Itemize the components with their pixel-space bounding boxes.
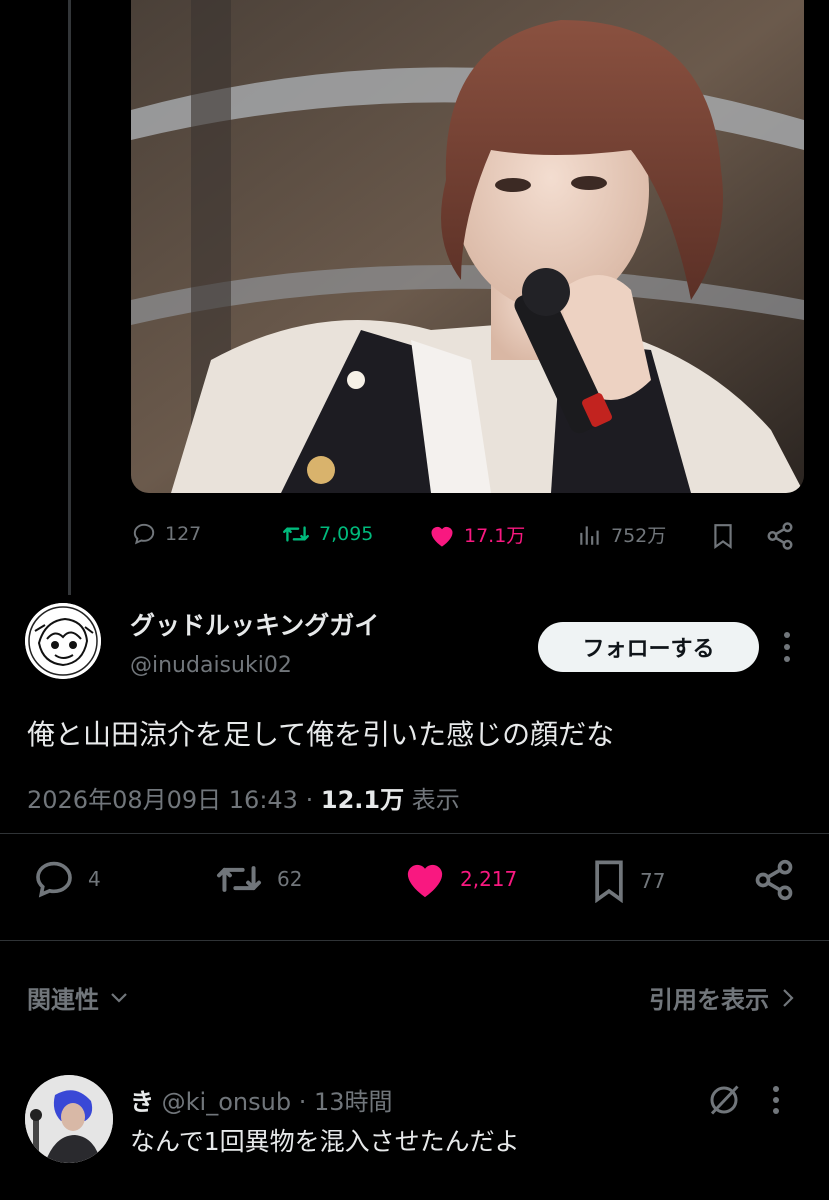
like-action[interactable]: 2,217 (402, 859, 517, 899)
bookmark-action[interactable]: 77 (590, 859, 665, 903)
reply-separator: · (298, 1088, 307, 1116)
more-vertical-icon (784, 632, 790, 662)
bookmark-icon (595, 860, 623, 903)
divider (0, 833, 829, 834)
reply-icons (706, 1082, 782, 1118)
more-options-button[interactable] (780, 627, 794, 671)
reply-text: なんで1回異物を混入させたんだよ (130, 1127, 520, 1156)
reply-icon (36, 861, 72, 898)
post-views-count: 12.1万 (320, 786, 405, 814)
more-vertical-icon[interactable] (770, 1082, 782, 1118)
bookmark-icon (714, 524, 732, 549)
reply-author-handle[interactable]: @ki_onsub (162, 1088, 291, 1116)
reply-stat[interactable]: 127 (131, 521, 201, 547)
reply-author-avatar[interactable] (25, 1075, 113, 1163)
analytics-icon (580, 525, 599, 545)
bookmark-button[interactable] (710, 521, 736, 555)
reply-header: き @ki_onsub · 13時間 (130, 1082, 393, 1117)
repost-count: 7,095 (319, 523, 374, 545)
reply-avatar-photo (25, 1075, 113, 1163)
reply-icon (133, 523, 155, 545)
repost-icon (283, 526, 309, 542)
grok-icon[interactable] (706, 1082, 742, 1118)
reply-action[interactable]: 4 (32, 859, 101, 899)
repost-action[interactable]: 62 (213, 859, 302, 899)
meta-separator: · (305, 786, 314, 814)
reply-time[interactable]: 13時間 (314, 1088, 393, 1116)
post-views-label: 表示 (411, 786, 460, 814)
views-count: 752万 (611, 525, 667, 547)
views-stat[interactable]: 752万 (577, 521, 666, 548)
sort-dropdown[interactable]: 関連性 (27, 980, 129, 1015)
follow-button[interactable]: フォローする (538, 622, 759, 672)
post-text: 俺と山田涼介を足して俺を引いた感じの顔だな (27, 718, 615, 751)
like-count: 17.1万 (464, 525, 526, 547)
bookmark-count: 77 (640, 869, 666, 893)
chevron-down-icon (111, 992, 127, 1003)
like-stat[interactable]: 17.1万 (428, 521, 525, 548)
author-avatar[interactable] (25, 603, 101, 679)
post-image[interactable] (131, 0, 804, 493)
repost-count: 62 (277, 867, 303, 891)
quotes-label: 引用を表示 (649, 986, 769, 1014)
reply-count: 127 (165, 523, 202, 545)
heart-filled-icon (431, 526, 453, 547)
reply-count: 4 (88, 867, 101, 891)
share-icon (767, 522, 793, 550)
author-handle[interactable]: @inudaisuki02 (130, 653, 292, 678)
reply-author-name[interactable]: き (130, 1088, 154, 1116)
share-icon (755, 859, 793, 901)
share-button[interactable] (765, 521, 795, 555)
heart-filled-icon (407, 864, 443, 898)
stage-singer-photo (131, 0, 804, 493)
divider (0, 940, 829, 941)
post-date[interactable]: 2026年08月09日 16:43 (27, 786, 298, 814)
like-count: 2,217 (460, 867, 518, 891)
post-meta: 2026年08月09日 16:43 · 12.1万 表示 (27, 780, 460, 815)
avatar-illustration (25, 603, 101, 679)
repost-icon (217, 866, 261, 892)
author-name[interactable]: グッドルッキングガイ (130, 606, 379, 642)
view-quotes-link[interactable]: 引用を表示 (649, 980, 795, 1015)
chevron-right-icon (783, 988, 794, 1007)
share-button[interactable] (752, 858, 796, 906)
thread-line (68, 0, 71, 595)
repost-stat[interactable]: 7,095 (281, 521, 373, 547)
sort-label: 関連性 (27, 986, 99, 1014)
